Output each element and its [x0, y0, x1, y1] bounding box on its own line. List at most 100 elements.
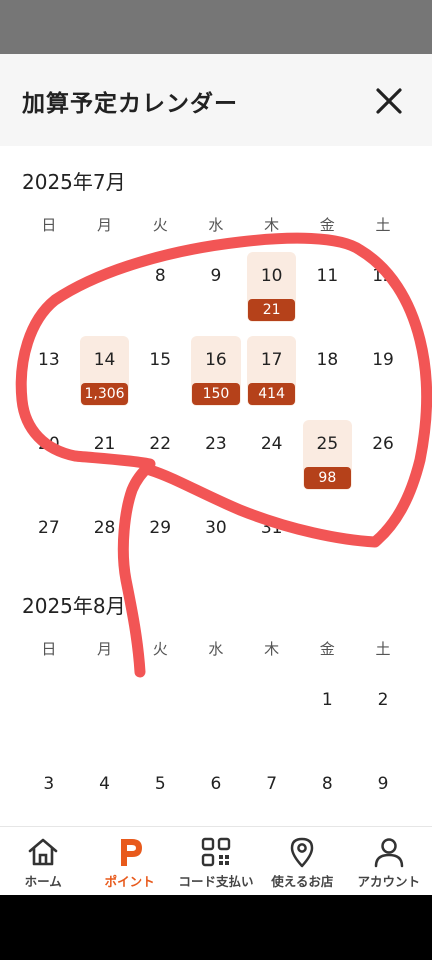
weekday-label: 火 — [152, 640, 168, 658]
status-bar — [0, 0, 432, 54]
day-number: 9 — [210, 266, 222, 286]
tab-label: アカウント — [357, 874, 421, 889]
day-number: 18 — [316, 350, 339, 370]
calendar-day[interactable]: 16 150 — [188, 336, 244, 408]
calendar-day: 28 — [77, 504, 133, 576]
close-button[interactable] — [370, 82, 408, 120]
weekday-label: 月 — [97, 216, 113, 234]
weekday-label: 水 — [208, 640, 224, 658]
calendar-day: 11 — [300, 252, 356, 324]
day-number: 4 — [99, 774, 110, 794]
calendar-day: 8 — [300, 760, 356, 832]
tab-stores[interactable]: 使えるお店 — [259, 827, 345, 895]
page-title: 加算予定カレンダー — [22, 91, 238, 117]
day-number: 3 — [43, 774, 55, 794]
month-title-august: 2025年8月 — [22, 594, 126, 618]
qr-code-icon — [201, 837, 231, 867]
day-number: 7 — [266, 774, 278, 794]
points-badge: 1,306 — [80, 383, 129, 405]
location-pin-icon — [291, 837, 314, 868]
calendar-day: 26 — [355, 420, 411, 492]
calendar-day[interactable]: 14 1,306 — [77, 336, 133, 408]
header: 加算予定カレンダー — [0, 54, 432, 146]
calendar-day: 23 — [188, 420, 244, 492]
tab-home[interactable]: ホーム — [0, 827, 86, 895]
tab-account[interactable]: アカウント — [346, 827, 432, 895]
calendar-sheet: 加算予定カレンダー 2025年7月 日 月 火 水 木 金 土 8 9 10 21 11… — [0, 54, 432, 895]
weekday-row-july: 日 月 火 水 木 金 土 — [21, 214, 411, 234]
day-number: 28 — [93, 518, 116, 538]
calendar-day: 21 — [77, 420, 133, 492]
tab-code-payment[interactable]: コード支払い — [173, 827, 259, 895]
day-number: 16 — [205, 350, 227, 370]
calendar-day: 18 — [300, 336, 356, 408]
weekday-row-august: 日 月 火 水 木 金 土 — [21, 638, 411, 658]
calendar-day: 19 — [355, 336, 411, 408]
day-number: 6 — [210, 774, 222, 794]
calendar-day: 30 — [188, 504, 244, 576]
calendar-day[interactable]: 25 98 — [300, 420, 356, 492]
day-number: 1 — [321, 690, 333, 710]
day-number: 2 — [377, 690, 389, 710]
calendar-day: 9 — [188, 252, 244, 324]
point-p-icon — [120, 839, 142, 866]
day-number: 29 — [149, 518, 172, 538]
points-badge: 414 — [247, 383, 296, 405]
tab-label: ポイント — [104, 874, 155, 889]
calendar-day: 27 — [21, 504, 77, 576]
day-number: 14 — [93, 350, 116, 370]
day-number: 23 — [205, 434, 227, 454]
day-number: 19 — [372, 350, 394, 370]
weekday-label: 土 — [375, 640, 391, 658]
day-number: 27 — [38, 518, 60, 538]
tab-point[interactable]: ポイント — [86, 827, 172, 895]
day-number: 11 — [316, 266, 339, 286]
tab-label: 使えるお店 — [271, 874, 334, 889]
weekday-label: 日 — [41, 640, 57, 658]
weekday-label: 木 — [264, 640, 280, 658]
day-number: 31 — [260, 518, 283, 538]
day-number: 30 — [205, 518, 227, 538]
day-number: 20 — [38, 434, 60, 454]
bottom-tab-bar: ホーム ポイント コード支払い 使えるお店 アカウント — [0, 826, 432, 895]
day-number: 24 — [260, 434, 283, 454]
calendar-day: 3 — [21, 760, 77, 832]
close-icon — [376, 88, 402, 114]
calendar-day: 31 — [244, 504, 300, 576]
calendar-day: 12 — [355, 252, 411, 324]
weekday-label: 日 — [41, 216, 57, 234]
calendar-day: 29 — [132, 504, 188, 576]
calendar-day[interactable]: 17 414 — [244, 336, 300, 408]
day-number: 8 — [154, 266, 166, 286]
tab-label: コード支払い — [178, 874, 254, 889]
home-icon — [28, 838, 58, 866]
weekday-label: 土 — [375, 216, 391, 234]
calendar-day: 2 — [355, 676, 411, 748]
weekday-label: 金 — [319, 216, 335, 234]
calendar-day: 6 — [188, 760, 244, 832]
day-number: 25 — [316, 434, 339, 454]
points-badge: 150 — [192, 383, 240, 405]
calendar-day[interactable]: 10 21 — [244, 252, 300, 324]
calendar-day: 7 — [244, 760, 300, 832]
calendar-day: 13 — [21, 336, 77, 408]
weekday-label: 火 — [152, 216, 168, 234]
system-nav-area — [0, 895, 432, 960]
weekday-label: 木 — [264, 216, 280, 234]
tab-label: ホーム — [24, 874, 62, 889]
day-number: 13 — [38, 350, 60, 370]
weekday-label: 月 — [97, 640, 113, 658]
day-number: 5 — [154, 774, 166, 794]
day-number: 21 — [93, 434, 116, 454]
calendar-day: 20 — [21, 420, 77, 492]
day-number: 8 — [321, 774, 333, 794]
calendar-day: 8 — [132, 252, 188, 324]
day-number: 10 — [260, 266, 283, 286]
day-number: 17 — [260, 350, 283, 370]
points-badge: 21 — [247, 299, 296, 321]
day-number: 15 — [149, 350, 172, 370]
calendar-day: 1 — [300, 676, 356, 748]
calendar-day: 24 — [244, 420, 300, 492]
day-number: 9 — [377, 774, 389, 794]
weekday-label: 金 — [319, 640, 335, 658]
